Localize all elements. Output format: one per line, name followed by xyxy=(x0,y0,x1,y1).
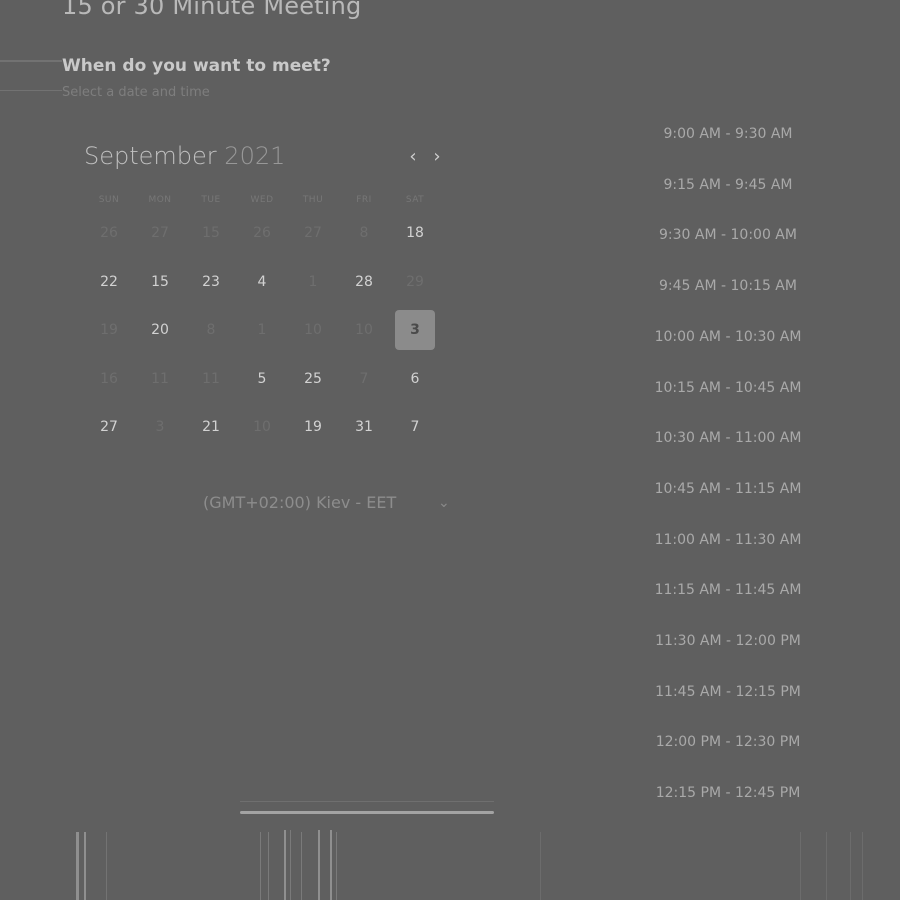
chevron-right-icon[interactable]: › xyxy=(429,145,445,169)
time-slot-button[interactable]: 9:30 AM - 10:00 AM xyxy=(638,227,818,243)
calendar-day[interactable]: 26 xyxy=(89,213,129,253)
time-slot-button[interactable]: 12:15 PM - 12:45 PM xyxy=(638,785,818,801)
decoration xyxy=(301,832,302,900)
time-slot-button[interactable]: 10:15 AM - 10:45 AM xyxy=(638,380,818,396)
day-of-week-label: FRI xyxy=(356,195,372,205)
decoration xyxy=(540,832,541,900)
calendar-day-selected[interactable]: 3 xyxy=(395,310,435,350)
day-of-week-label: THU xyxy=(302,195,324,205)
decoration xyxy=(850,832,851,900)
calendar-day[interactable]: 7 xyxy=(344,359,384,399)
calendar-day[interactable]: 5 xyxy=(242,359,282,399)
chevron-down-icon[interactable]: ⌄ xyxy=(438,495,450,511)
chevron-left-icon[interactable]: ‹ xyxy=(405,145,421,169)
calendar-day[interactable]: 31 xyxy=(344,407,384,447)
decoration xyxy=(290,830,291,900)
calendar-day[interactable]: 19 xyxy=(293,407,333,447)
calendar-day[interactable]: 1 xyxy=(293,262,333,302)
calendar-day[interactable]: 1 xyxy=(242,310,282,350)
page-title: 15 or 30 Minute Meeting xyxy=(62,0,362,20)
time-slot-button[interactable]: 10:00 AM - 10:30 AM xyxy=(638,329,818,345)
decoration xyxy=(336,832,337,900)
calendar-day[interactable]: 16 xyxy=(89,359,129,399)
calendar-day[interactable]: 27 xyxy=(140,213,180,253)
calendar-day[interactable]: 8 xyxy=(344,213,384,253)
calendar-day[interactable]: 6 xyxy=(395,359,435,399)
time-slot-button[interactable]: 11:45 AM - 12:15 PM xyxy=(638,684,818,700)
section-question: When do you want to meet? xyxy=(62,56,331,76)
decoration xyxy=(800,832,801,900)
decoration xyxy=(268,832,269,900)
day-of-week-label: MON xyxy=(148,195,172,205)
time-slot-button[interactable]: 11:30 AM - 12:00 PM xyxy=(638,633,818,649)
calendar-day[interactable]: 27 xyxy=(89,407,129,447)
divider xyxy=(0,60,62,62)
decoration xyxy=(318,830,320,900)
day-of-week-label: SUN xyxy=(98,195,120,205)
decoration xyxy=(260,832,261,900)
timezone-select[interactable]: (GMT+02:00) Kiev - EET xyxy=(203,493,396,512)
section-subtitle: Select a date and time xyxy=(62,85,210,100)
decoration xyxy=(84,832,86,900)
time-slot-button[interactable]: 11:00 AM - 11:30 AM xyxy=(638,532,818,548)
calendar-day[interactable]: 25 xyxy=(293,359,333,399)
calendar-day[interactable]: 15 xyxy=(140,262,180,302)
time-slot-button[interactable]: 11:15 AM - 11:45 AM xyxy=(638,582,818,598)
calendar-year: 2021 xyxy=(224,142,286,170)
calendar-day[interactable]: 8 xyxy=(191,310,231,350)
calendar-day[interactable]: 11 xyxy=(191,359,231,399)
time-slot-button[interactable]: 10:45 AM - 11:15 AM xyxy=(638,481,818,497)
day-of-week-label: WED xyxy=(250,195,274,205)
decoration xyxy=(330,830,332,900)
calendar-day[interactable]: 10 xyxy=(344,310,384,350)
calendar-day[interactable]: 10 xyxy=(242,407,282,447)
decoration xyxy=(862,832,863,900)
calendar-day[interactable]: 20 xyxy=(140,310,180,350)
divider xyxy=(0,90,62,91)
decoration xyxy=(826,832,827,900)
decoration xyxy=(106,832,107,900)
calendar-day[interactable]: 28 xyxy=(344,262,384,302)
time-slot-button[interactable]: 9:00 AM - 9:30 AM xyxy=(638,126,818,142)
calendar-day[interactable]: 4 xyxy=(242,262,282,302)
calendar-day[interactable]: 3 xyxy=(140,407,180,447)
scrollbar-track xyxy=(240,801,494,802)
calendar-day[interactable]: 18 xyxy=(395,213,435,253)
time-slot-button[interactable]: 9:45 AM - 10:15 AM xyxy=(638,278,818,294)
calendar-day[interactable]: 15 xyxy=(191,213,231,253)
calendar-day[interactable]: 23 xyxy=(191,262,231,302)
decoration xyxy=(284,830,286,900)
calendar-day[interactable]: 29 xyxy=(395,262,435,302)
calendar-day[interactable]: 10 xyxy=(293,310,333,350)
calendar-day[interactable]: 27 xyxy=(293,213,333,253)
calendar-day[interactable]: 11 xyxy=(140,359,180,399)
time-slot-button[interactable]: 12:00 PM - 12:30 PM xyxy=(638,734,818,750)
time-slot-button[interactable]: 10:30 AM - 11:00 AM xyxy=(638,430,818,446)
calendar-day[interactable]: 22 xyxy=(89,262,129,302)
time-slot-button[interactable]: 9:15 AM - 9:45 AM xyxy=(638,177,818,193)
calendar-month-year: September 2021 xyxy=(84,142,285,170)
calendar-day[interactable]: 21 xyxy=(191,407,231,447)
calendar-day[interactable]: 26 xyxy=(242,213,282,253)
calendar-month: September xyxy=(84,142,217,170)
day-of-week-label: TUE xyxy=(201,195,221,205)
day-of-week-label: SAT xyxy=(405,195,425,205)
horizontal-scrollbar[interactable] xyxy=(240,811,494,814)
decoration xyxy=(76,832,79,900)
calendar-day[interactable]: 7 xyxy=(395,407,435,447)
calendar-day[interactable]: 19 xyxy=(89,310,129,350)
